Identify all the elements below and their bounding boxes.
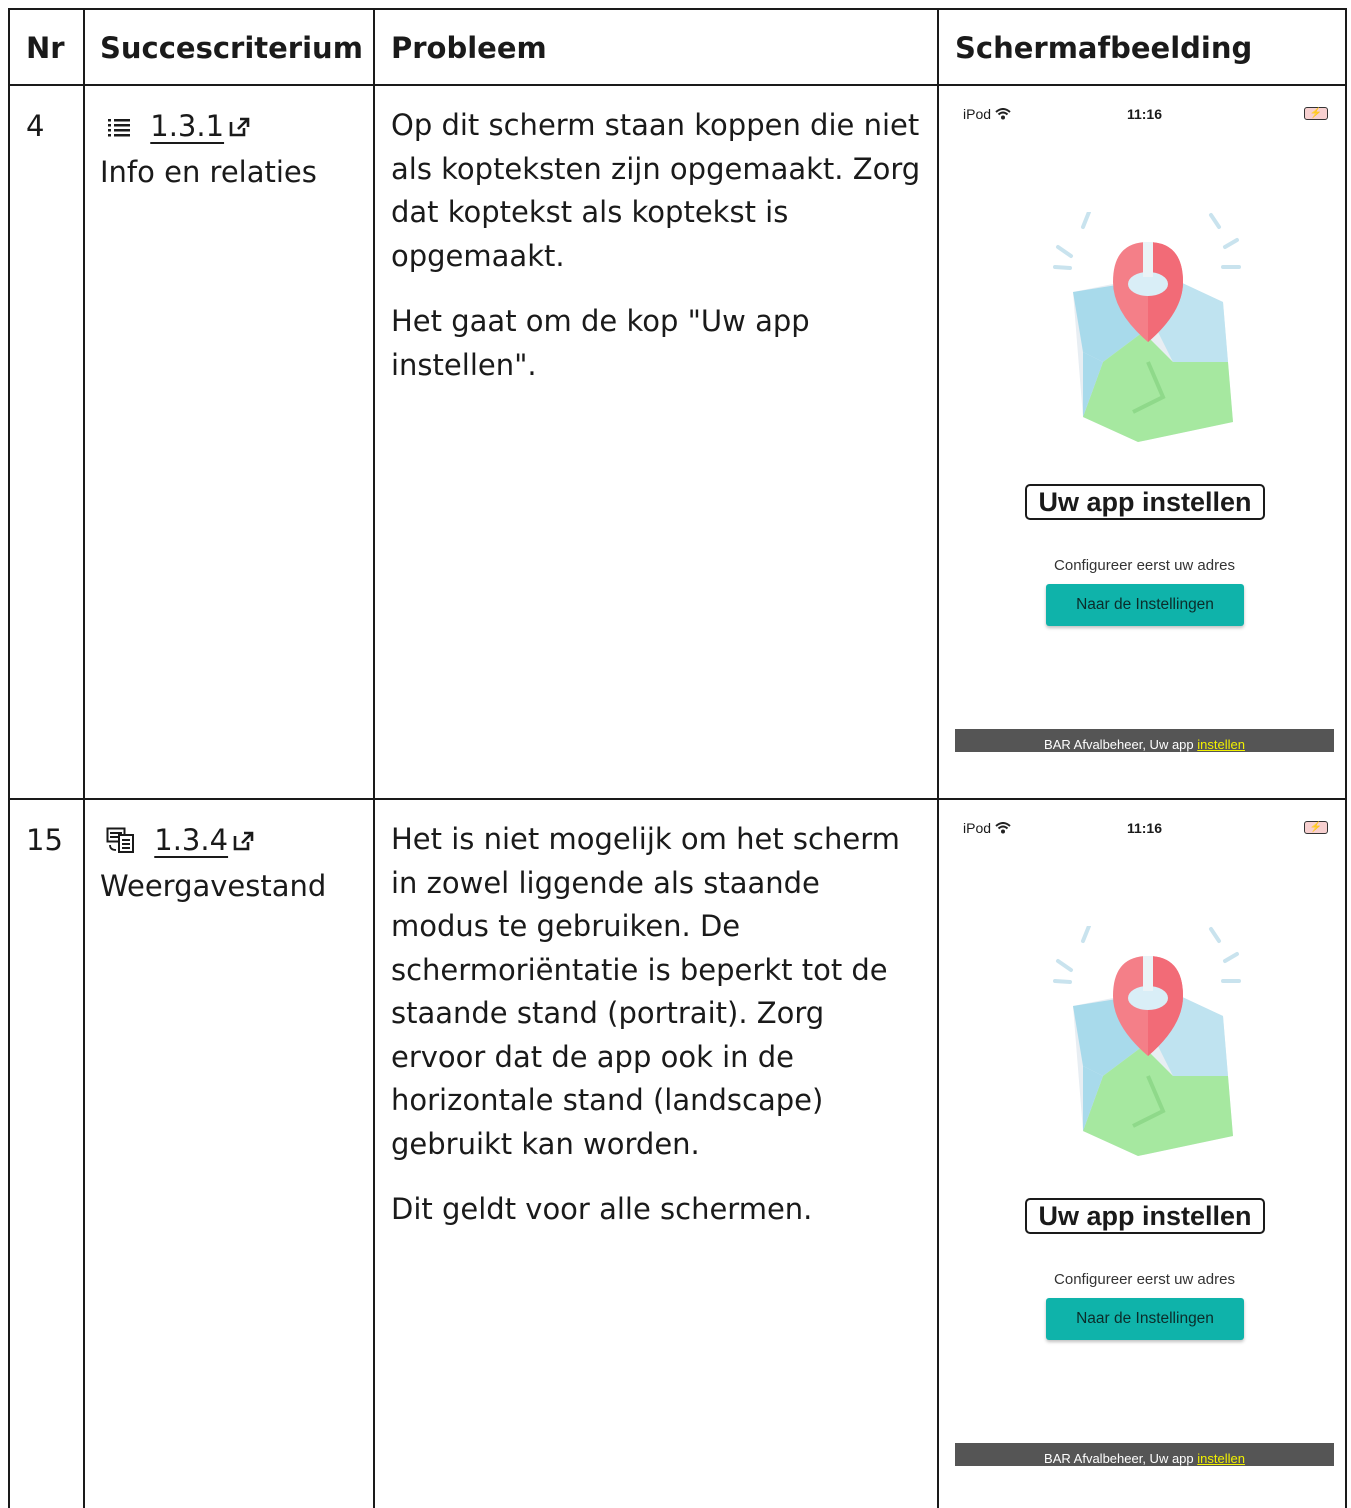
- app-screenshot: iPod 11:16 ⚡ Uw app instellen Configuree…: [955, 814, 1334, 1489]
- status-time: 11:16: [1126, 106, 1163, 122]
- app-footer: BAR Afvalbeheer, Uw app instellen: [955, 729, 1334, 752]
- app-footer: BAR Afvalbeheer, Uw app instellen: [955, 1443, 1334, 1466]
- header-screenshot: Schermafbeelding: [955, 31, 1253, 65]
- status-bar: iPod 11:16 ⚡: [955, 814, 1334, 844]
- map-pin-illustration: [1043, 924, 1253, 1156]
- criterion-link[interactable]: 1.3.4: [154, 823, 255, 857]
- criterion-cell: 1.3.4 Weergavestand: [100, 818, 326, 908]
- header-nr: Nr: [26, 31, 65, 65]
- criterion-link[interactable]: 1.3.1: [150, 109, 251, 143]
- problem-paragraph: Op dit scherm staan koppen die niet als …: [391, 108, 921, 273]
- problem-cell: Het is niet mogelijk om het scherm in zo…: [391, 818, 926, 1254]
- header-problem: Probleem: [391, 31, 547, 65]
- battery-charging-icon: ⚡: [1304, 821, 1328, 834]
- status-bar: iPod 11:16 ⚡: [955, 100, 1334, 130]
- footer-highlight: instellen: [1197, 1451, 1245, 1466]
- app-heading: Uw app instellen: [1025, 1198, 1265, 1234]
- header-criterion: Succescriterium: [100, 31, 363, 65]
- criterion-cell: 1.3.1 Info en relaties: [100, 104, 317, 194]
- external-link-icon: [228, 823, 255, 857]
- criterion-name: Info en relaties: [100, 155, 317, 189]
- problem-paragraph: Dit geldt voor alle schermen.: [391, 1192, 813, 1226]
- settings-button[interactable]: Naar de Instellingen: [1046, 584, 1244, 626]
- criterion-name: Weergavestand: [100, 869, 327, 903]
- app-subtitle: Configureer eerst uw adres: [1054, 557, 1235, 574]
- problem-paragraph: Het is niet mogelijk om het scherm in zo…: [391, 822, 900, 1161]
- table-left-border: [8, 8, 10, 1508]
- list-lines-icon: [106, 113, 140, 143]
- column-divider: [937, 8, 939, 1508]
- problem-paragraph: Het gaat om de kop "Uw app instellen".: [391, 304, 810, 382]
- settings-button[interactable]: Naar de Instellingen: [1046, 1298, 1244, 1340]
- status-time: 11:16: [1126, 820, 1163, 836]
- table-right-border: [1345, 8, 1347, 1508]
- battery-charging-icon: ⚡: [1304, 107, 1328, 120]
- row-divider: [8, 798, 1347, 800]
- header-bottom-border: [8, 84, 1347, 86]
- app-subtitle: Configureer eerst uw adres: [1054, 1271, 1235, 1288]
- problem-cell: Op dit scherm staan koppen die niet als …: [391, 104, 926, 409]
- column-divider: [83, 8, 85, 1508]
- footer-highlight: instellen: [1197, 737, 1245, 752]
- column-divider: [373, 8, 375, 1508]
- external-link-icon: [224, 109, 251, 143]
- app-heading: Uw app instellen: [1025, 484, 1265, 520]
- app-screenshot: iPod 11:16 ⚡ Uw app instellen Configuree…: [955, 100, 1334, 775]
- rotate-screen-icon: [106, 827, 144, 857]
- row-nr: 15: [26, 823, 63, 857]
- row-nr: 4: [26, 109, 45, 143]
- map-pin-illustration: [1043, 210, 1253, 442]
- table-top-border: [8, 8, 1347, 10]
